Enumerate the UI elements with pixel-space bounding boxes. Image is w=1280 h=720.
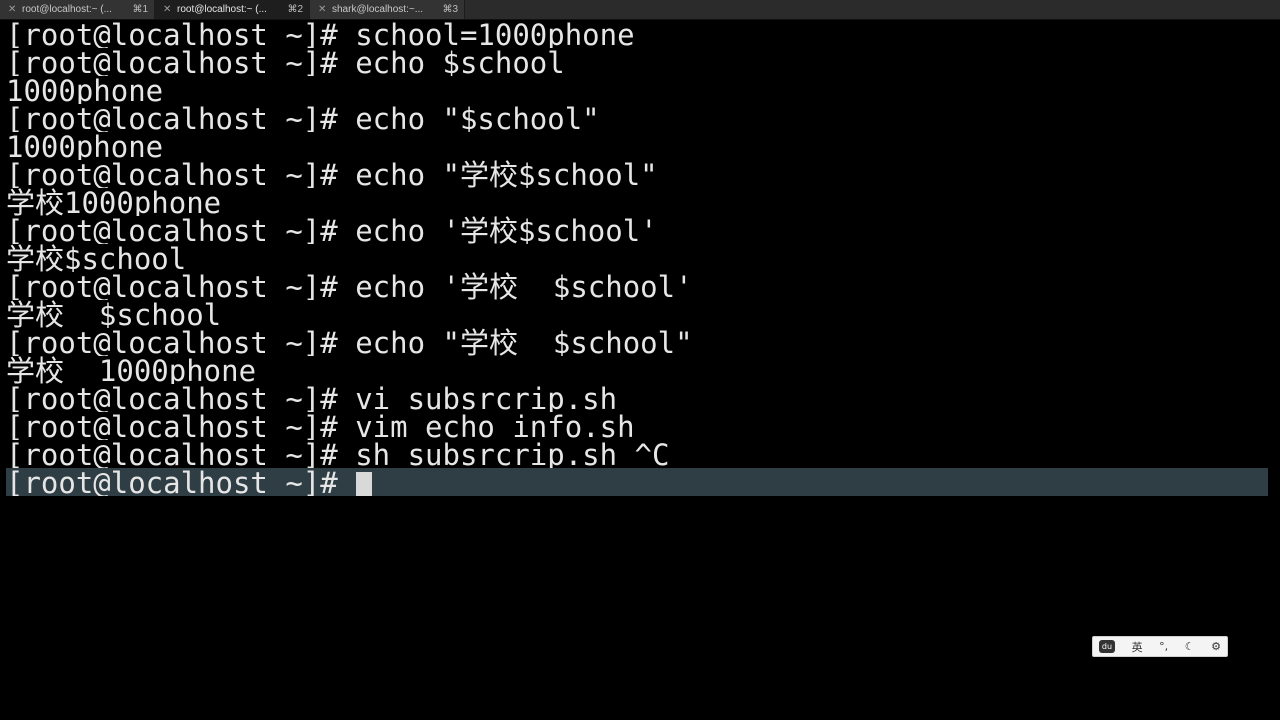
- tab-title: root@localhost:~ (...: [177, 4, 267, 15]
- text-cursor: [355, 472, 372, 496]
- terminal-prompt: [root@localhost ~]#: [6, 468, 338, 496]
- terminal-line: 1000phone: [6, 76, 164, 104]
- terminal-line: [root@localhost ~]# vi subsrcrip.sh: [6, 384, 618, 412]
- terminal-output[interactable]: [root@localhost ~]# school=1000phone [ro…: [6, 20, 1268, 496]
- terminal-line: [root@localhost ~]# echo "学校$school": [6, 160, 658, 188]
- tab-shortcut: ⌘1: [132, 4, 148, 15]
- close-icon[interactable]: ✕: [8, 4, 18, 15]
- ime-logo-icon[interactable]: du: [1099, 640, 1115, 653]
- tab-2[interactable]: ✕ root@localhost:~ (... ⌘2: [155, 0, 310, 19]
- terminal-line: [root@localhost ~]# echo "$school": [6, 104, 600, 132]
- ime-settings-gear-icon[interactable]: ⚙: [1211, 640, 1221, 653]
- terminal-line: 1000phone: [6, 132, 164, 160]
- close-icon[interactable]: ✕: [318, 4, 328, 15]
- terminal-line: [root@localhost ~]# echo "学校 $school": [6, 328, 693, 356]
- ime-skin-moon-icon[interactable]: ☾: [1185, 640, 1195, 653]
- tab-1[interactable]: ✕ root@localhost:~ (... ⌘1: [0, 0, 155, 19]
- tab-bar: ✕ root@localhost:~ (... ⌘1 ✕ root@localh…: [0, 0, 1280, 20]
- tab-shortcut: ⌘3: [442, 4, 458, 15]
- terminal-current-line[interactable]: [root@localhost ~]#: [6, 468, 1268, 496]
- tab-title: root@localhost:~ (...: [22, 4, 112, 15]
- terminal-line: [root@localhost ~]# echo $school: [6, 48, 565, 76]
- terminal-line: [root@localhost ~]# echo '学校 $school': [6, 272, 693, 300]
- ime-punctuation-icon[interactable]: °,: [1159, 640, 1168, 653]
- ime-language-toggle[interactable]: 英: [1132, 639, 1143, 655]
- terminal-line: [root@localhost ~]# sh subsrcrip.sh ^C: [6, 440, 670, 468]
- terminal-line: [root@localhost ~]# vim echo_info.sh: [6, 412, 635, 440]
- tab-bar-empty-area[interactable]: [465, 0, 1280, 19]
- ime-toolbar[interactable]: du 英 °, ☾ ⚙: [1092, 636, 1228, 657]
- terminal-line: [root@localhost ~]# echo '学校$school': [6, 216, 658, 244]
- terminal-line: 学校 1000phone: [6, 356, 257, 384]
- terminal-line: 学校1000phone: [6, 188, 222, 216]
- terminal-line: [root@localhost ~]# school=1000phone: [6, 20, 635, 48]
- tab-3[interactable]: ✕ shark@localhost:~... ⌘3: [310, 0, 465, 19]
- terminal-line: 学校 $school: [6, 300, 222, 328]
- tab-shortcut: ⌘2: [287, 4, 303, 15]
- tab-title: shark@localhost:~...: [332, 4, 424, 15]
- close-icon[interactable]: ✕: [163, 4, 173, 15]
- terminal-line: 学校$school: [6, 244, 187, 272]
